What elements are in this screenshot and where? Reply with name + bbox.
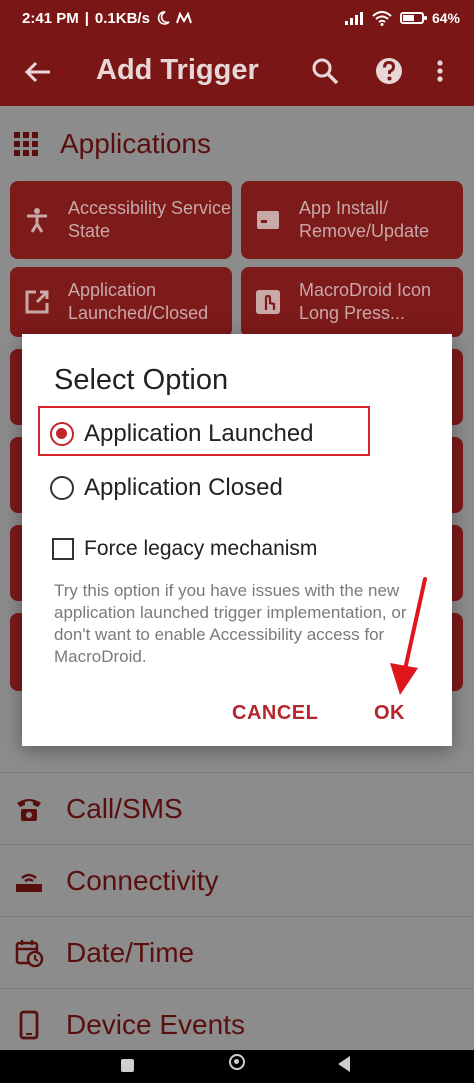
category-date-time[interactable]: Date/Time: [0, 916, 474, 989]
tile-label: App Install/ Remove/Update: [299, 198, 430, 241]
category-call-sms[interactable]: Call/SMS: [0, 772, 474, 845]
back-arrow-icon[interactable]: [22, 56, 54, 88]
option-application-closed[interactable]: Application Closed: [50, 474, 283, 502]
status-separator: |: [84, 9, 89, 27]
search-icon[interactable]: [310, 56, 340, 86]
category-label: Call/SMS: [66, 793, 183, 824]
category-label: Connectivity: [66, 865, 219, 896]
section-title: Applications: [60, 128, 211, 159]
ok-button[interactable]: OK: [374, 702, 405, 725]
checkbox-label: Force legacy mechanism: [84, 537, 318, 560]
option-application-launched[interactable]: Application Launched: [50, 420, 314, 448]
option-label: Application Closed: [84, 474, 283, 501]
calendar-clock-icon: [15, 940, 44, 968]
app-install-icon: [257, 211, 279, 229]
page-title: Add Trigger: [96, 54, 259, 86]
battery-percent: 64%: [431, 10, 460, 26]
tile-application-launched-closed[interactable]: Application Launched/Closed: [10, 267, 232, 337]
smartphone-icon: [19, 1010, 39, 1040]
dialog-description: Try this option if you have issues with …: [54, 581, 407, 666]
accessibility-icon: [27, 208, 47, 233]
tile-label: Application Launched/Closed: [68, 280, 209, 323]
category-label: Date/Time: [66, 937, 195, 968]
force-legacy-checkbox[interactable]: [52, 538, 74, 560]
home-icon[interactable]: [229, 1054, 245, 1070]
section-applications: Applications: [14, 128, 211, 160]
recents-icon[interactable]: [121, 1059, 134, 1072]
battery-icon: [399, 12, 427, 24]
moon-icon: [157, 11, 170, 25]
apps-grid-icon: [14, 132, 38, 156]
annotation-arrow-icon: [390, 577, 427, 695]
dialog-title: Select Option: [54, 364, 229, 396]
tile-macrodroid-icon-long-press[interactable]: MacroDroid Icon Long Press...: [241, 267, 463, 337]
status-speed: 0.1KB/s: [94, 9, 150, 27]
force-legacy-checkbox-row[interactable]: Force legacy mechanism: [52, 537, 317, 561]
open-in-new-icon: [25, 290, 49, 314]
macrodroid-m-icon: [175, 12, 192, 24]
tile-app-install-remove-update[interactable]: App Install/ Remove/Update: [241, 181, 463, 259]
touch-icon: [256, 290, 280, 314]
nav-back-icon[interactable]: [338, 1056, 350, 1072]
tile-label: MacroDroid Icon Long Press...: [299, 280, 432, 323]
phone-icon: [17, 799, 41, 821]
status-bar: 2:41 PM | 0.1KB/s 64%: [0, 0, 474, 36]
category-connectivity[interactable]: Connectivity: [0, 844, 474, 917]
category-label: Device Events: [66, 1009, 245, 1040]
cancel-button[interactable]: CANCEL: [232, 702, 318, 725]
help-icon[interactable]: [374, 56, 404, 86]
status-time: 2:41 PM: [22, 9, 79, 27]
more-options-icon[interactable]: [430, 56, 450, 86]
wifi-icon: [372, 10, 392, 26]
radio-button-selected[interactable]: [50, 422, 74, 446]
signal-icon: [344, 12, 363, 25]
option-label: Application Launched: [84, 420, 314, 447]
tile-accessibility-service-state[interactable]: Accessibility Service State: [10, 181, 232, 259]
radio-button[interactable]: [50, 476, 74, 500]
router-icon: [16, 873, 42, 892]
app-toolbar: Add Trigger: [0, 36, 474, 106]
tile-label: Accessibility Service State: [68, 198, 232, 241]
